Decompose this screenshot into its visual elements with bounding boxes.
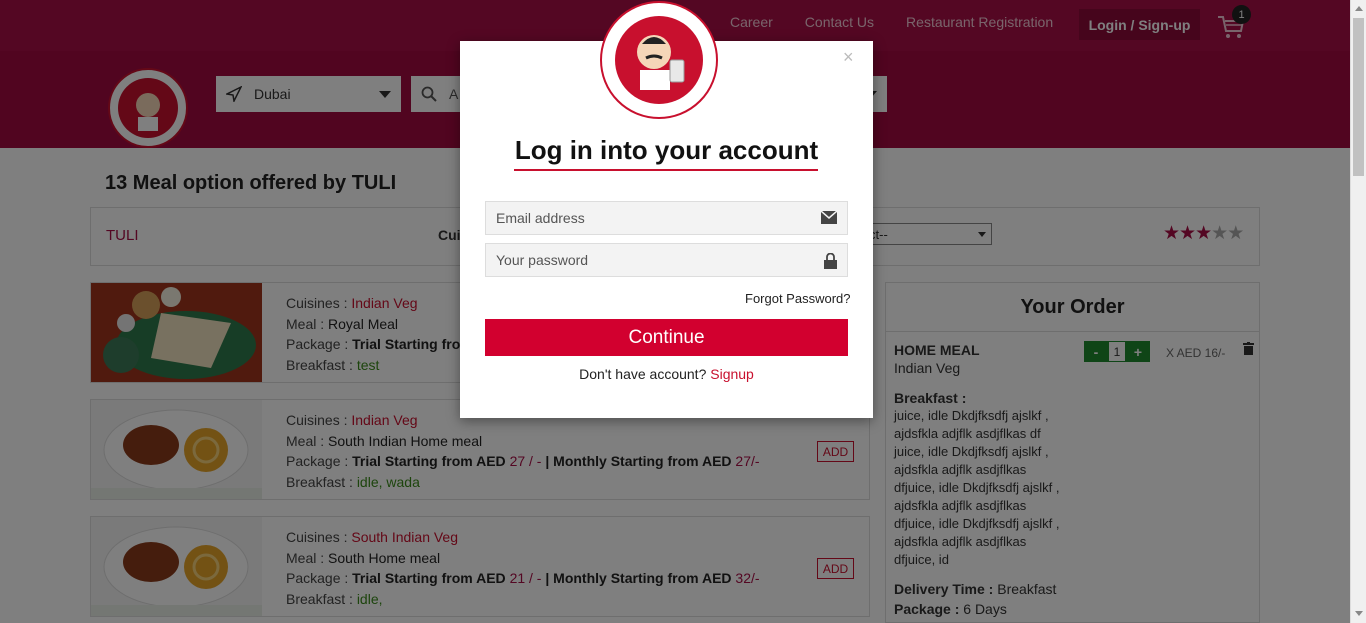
- scroll-up-icon[interactable]: [1355, 6, 1363, 11]
- title-underline: [514, 169, 818, 171]
- scroll-down-icon[interactable]: [1355, 611, 1363, 616]
- scroll-thumb[interactable]: [1353, 18, 1364, 176]
- close-icon[interactable]: ×: [843, 48, 854, 66]
- modal-title: Log in into your account: [514, 135, 819, 165]
- page-scrollbar[interactable]: [1350, 0, 1366, 623]
- envelope-icon: [820, 210, 838, 227]
- modal-logo: [598, 0, 720, 120]
- continue-button[interactable]: Continue: [485, 319, 848, 356]
- password-placeholder: Your password: [496, 252, 589, 268]
- email-placeholder: Email address: [496, 210, 585, 226]
- signup-link[interactable]: Signup: [710, 366, 754, 382]
- password-field[interactable]: Your password: [485, 243, 848, 277]
- forgot-password-link[interactable]: Forgot Password?: [745, 291, 851, 306]
- signup-prompt: Don't have account? Signup: [579, 366, 754, 382]
- email-field[interactable]: Email address: [485, 201, 848, 235]
- lock-icon: [824, 252, 837, 272]
